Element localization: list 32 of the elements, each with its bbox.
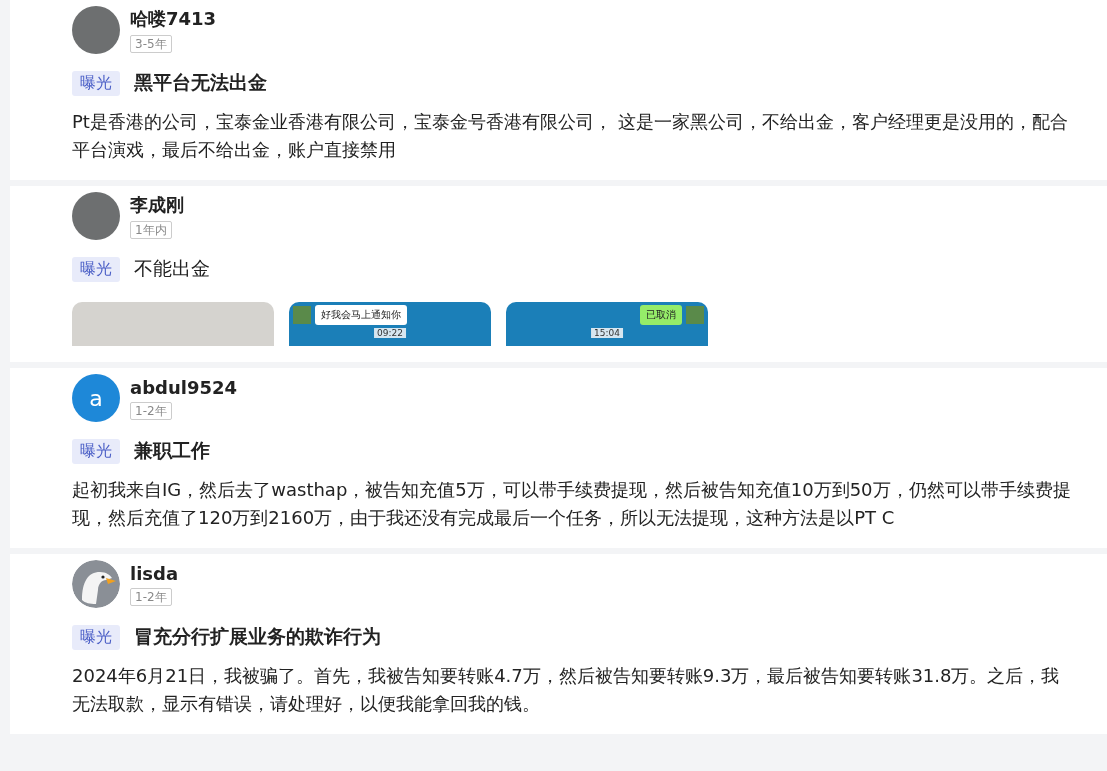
- chat-time: 15:04: [591, 328, 623, 338]
- post-text: Pt是香港的公司，宝泰金业香港有限公司，宝泰金号香港有限公司， 这是一家黑公司，不给出金，客户经理更是没用的，配合平台演戏，最后不给出金，账户直接禁用: [72, 110, 1069, 162]
- username[interactable]: 李成刚: [130, 193, 184, 217]
- exposure-tag: 曝光: [72, 70, 120, 96]
- chat-bubble: 好我会马上通知你: [315, 305, 407, 325]
- tenure-tag: 1-2年: [130, 587, 172, 606]
- post-text: 起初我来自IG，然后去了wasthap，被告知充值5万，可以带手续费提现，然后被告知充值10万到50万，仍然可以带手续费提现，然后充值了120万到2160万，由于我还没有完成最后一个任务，所以无法提现，这种方法是以PT C: [72, 478, 1072, 530]
- tenure-tag: 3-5年: [130, 35, 172, 53]
- avatar-photo-placeholder: [72, 6, 120, 54]
- post-text: 2024年6月21日，我被骗了。首先，我被告知要转账4.7万，然后被告知要转账9.3万，最后被告知要转账31.8万。之后，我无法取款，显示有错误，请处理好，以便我能拿回我的钱。: [72, 664, 1061, 716]
- photo-placeholder[interactable]: [72, 302, 274, 346]
- tenure-tag: 1年内: [130, 221, 172, 239]
- eagle-avatar-icon: [72, 560, 120, 608]
- post-title[interactable]: 兼职工作: [134, 438, 210, 464]
- avatar-photo-placeholder: [293, 306, 311, 324]
- letter-avatar: a: [72, 374, 120, 422]
- post-title[interactable]: 不能出金: [134, 256, 210, 282]
- username[interactable]: 哈喽7413: [130, 7, 217, 31]
- avatar-photo-placeholder: [72, 192, 120, 240]
- username[interactable]: abdul9524: [130, 376, 237, 398]
- username[interactable]: lisda: [130, 562, 179, 584]
- avatar-photo-placeholder: [686, 306, 704, 324]
- post-title[interactable]: 黑平台无法出金: [134, 70, 267, 96]
- post-title[interactable]: 冒充分行扩展业务的欺诈行为: [134, 624, 381, 650]
- exposure-tag: 曝光: [72, 624, 120, 650]
- exposure-tag: 曝光: [72, 256, 120, 282]
- chat-screenshot[interactable]: 好我会马上通知你 09:22: [289, 302, 491, 346]
- chat-screenshot[interactable]: 已取消 15:04: [506, 302, 708, 346]
- chat-bubble: 已取消: [640, 305, 682, 325]
- chat-time: 09:22: [374, 328, 406, 338]
- tenure-tag: 1-2年: [130, 401, 172, 420]
- exposure-tag: 曝光: [72, 438, 120, 464]
